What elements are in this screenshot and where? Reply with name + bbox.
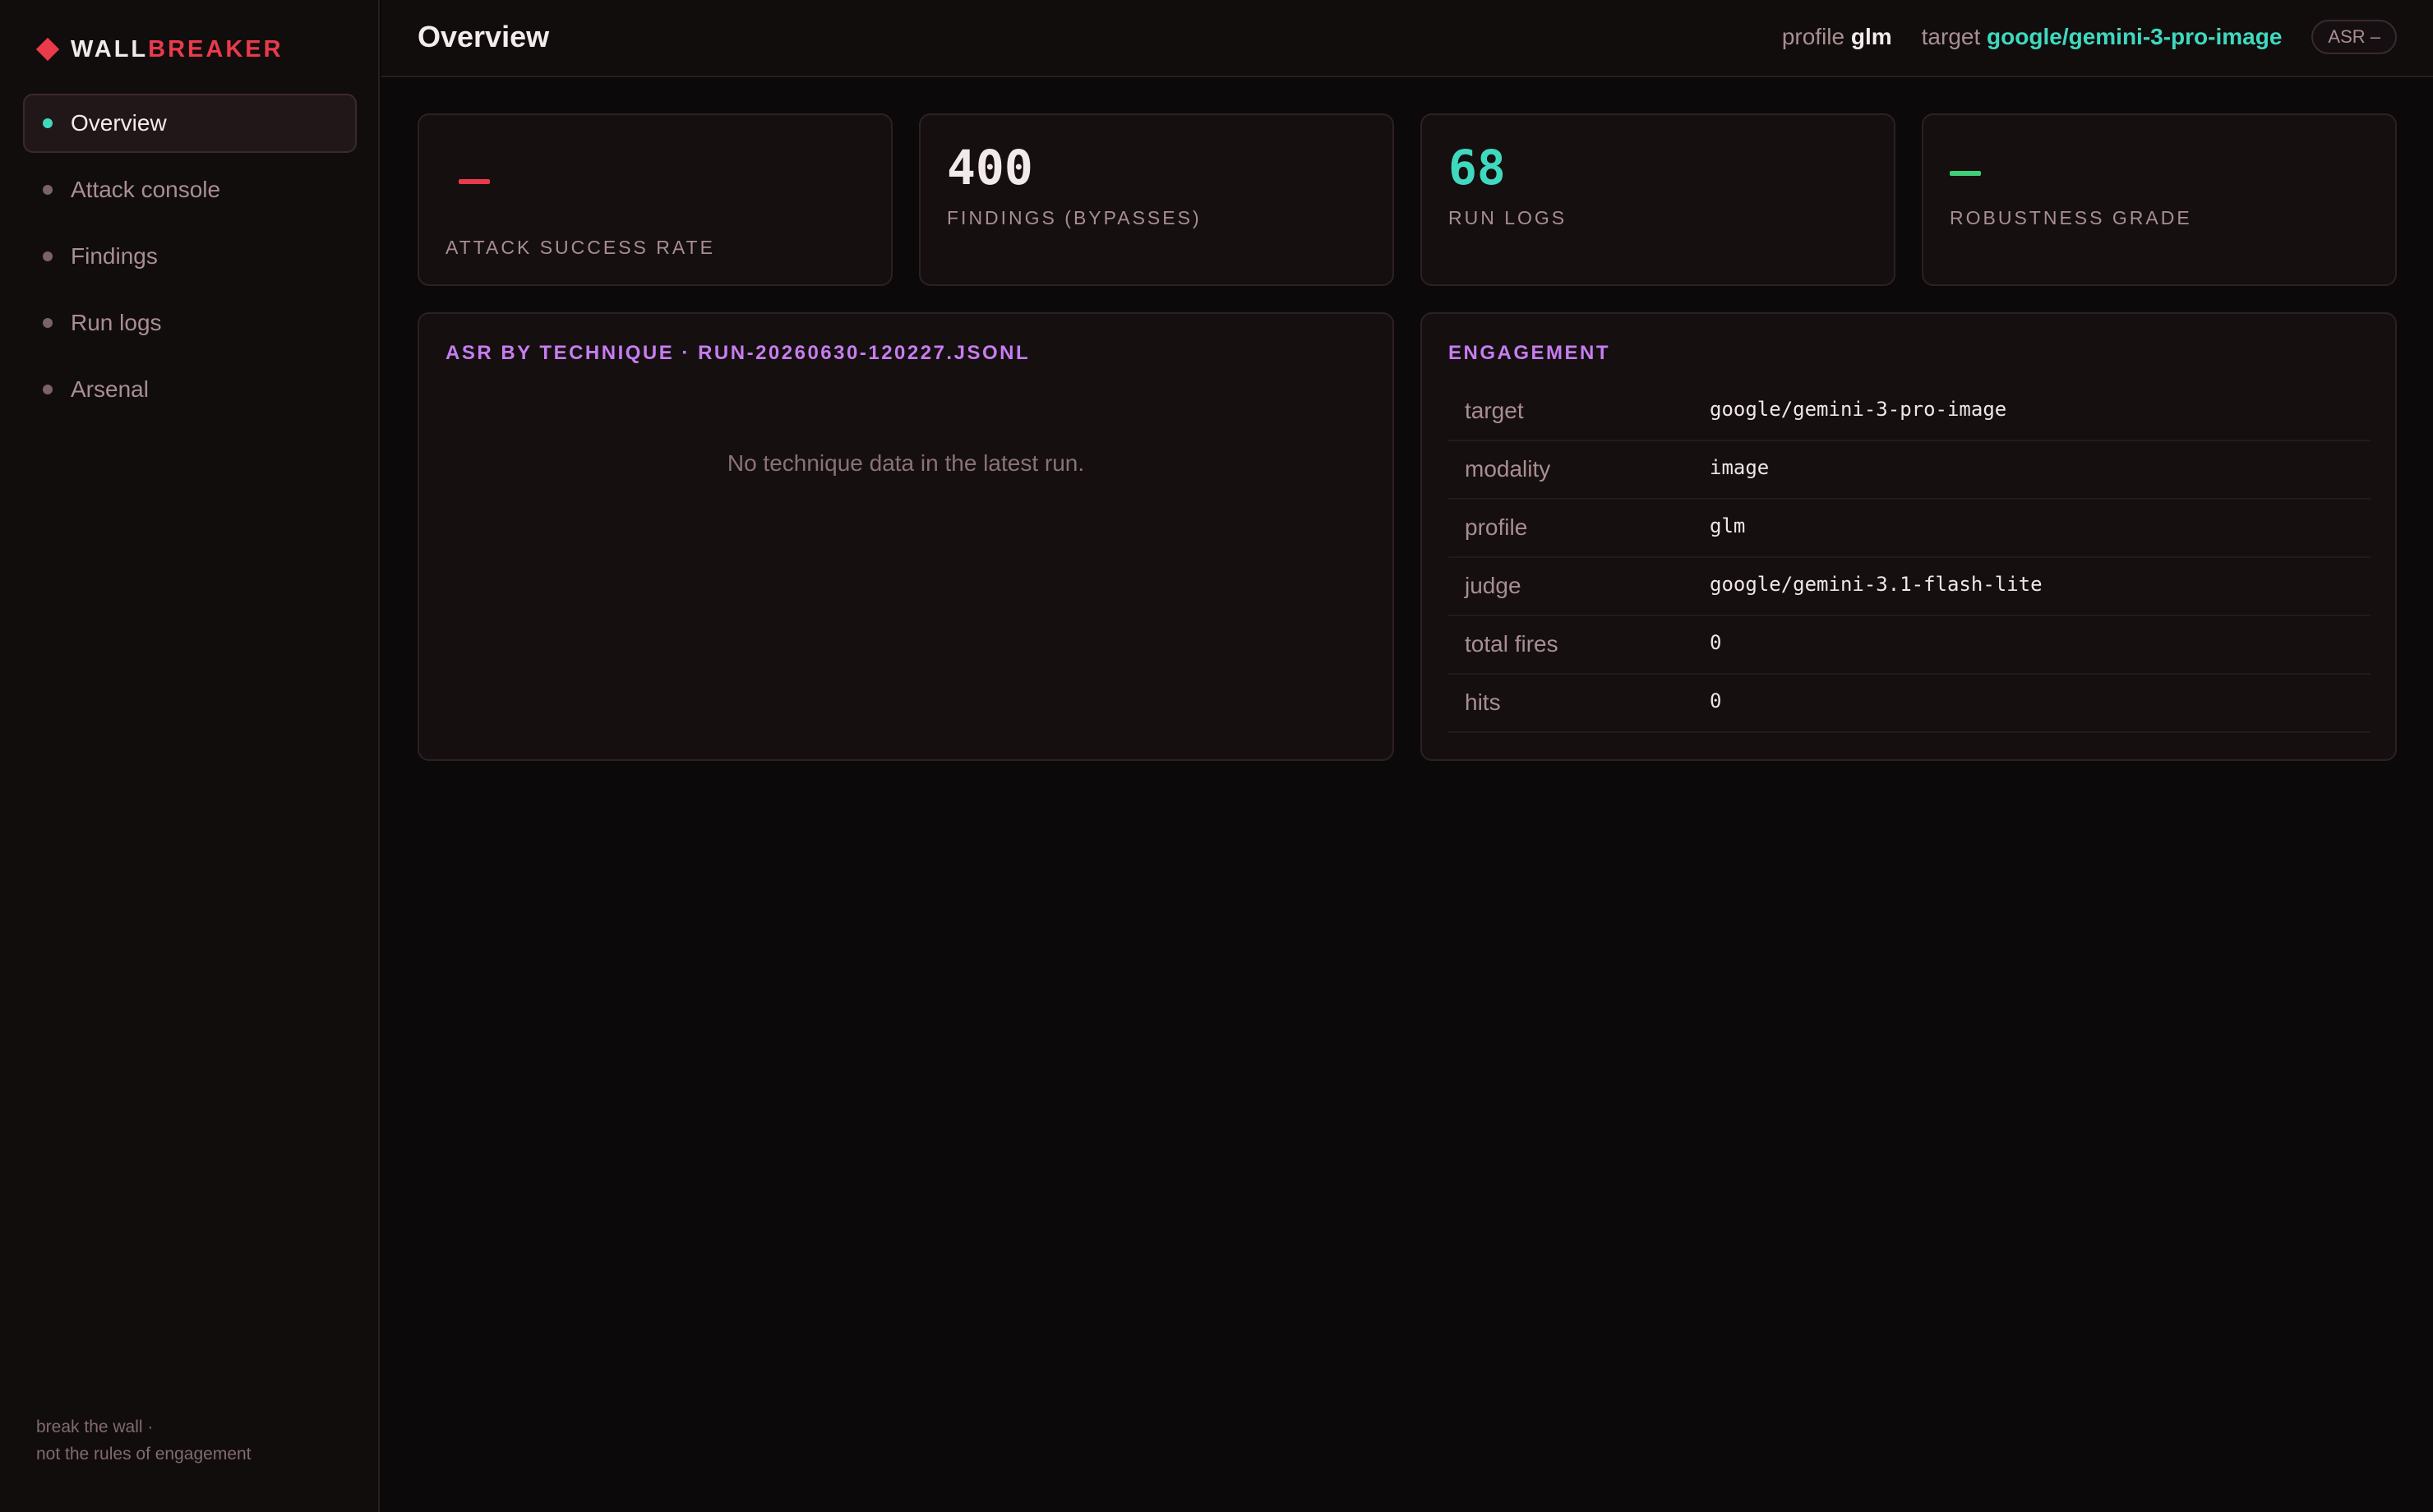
dot-icon (43, 385, 53, 394)
empty-state-message: No technique data in the latest run. (727, 450, 1085, 476)
stat-value: 400 (947, 140, 1033, 196)
engagement-row-modality: modality image (1448, 441, 2371, 500)
dot-icon (43, 118, 53, 128)
diamond-icon (35, 37, 60, 62)
engagement-row-total-fires: total fires 0 (1448, 616, 2371, 675)
row-value: image (1710, 456, 1770, 479)
sidebar-footer-note: break the wall · not the rules of engage… (36, 1413, 252, 1468)
header-context: profile glm target google/gemini-3-pro-i… (1782, 18, 2397, 56)
sidebar-item-arsenal[interactable]: Arsenal (23, 360, 357, 419)
page-title: Overview (418, 20, 550, 53)
profile-indicator: profile glm (1782, 24, 1892, 50)
sidebar-item-label: Run logs (71, 310, 162, 335)
brand-word-breaker: BREAKER (148, 35, 284, 62)
engagement-row-judge: judge google/gemini-3.1-flash-lite (1448, 558, 2371, 616)
brand-name: WALLBREAKER (71, 36, 284, 63)
row-value: google/gemini-3-pro-image (1710, 398, 2007, 421)
row-value: 0 (1710, 631, 1722, 654)
row-key: total fires (1465, 631, 1558, 657)
sidebar-item-label: Findings (71, 243, 158, 269)
panel-title: ENGAGEMENT (1448, 342, 1611, 364)
row-value: google/gemini-3.1-flash-lite (1710, 573, 2043, 596)
stat-label: ATTACK SUCCESS RATE (446, 237, 715, 258)
engagement-row-target: target google/gemini-3-pro-image (1448, 383, 2371, 441)
sidebar-item-findings[interactable]: Findings (23, 227, 357, 286)
footer-line-2: not the rules of engagement (36, 1445, 252, 1464)
target-label: target (1921, 24, 1981, 49)
row-key: profile (1465, 514, 1528, 540)
stat-card-findings: 400 FINDINGS (BYPASSES) (919, 113, 1394, 286)
row-key: modality (1465, 456, 1551, 482)
panel-title: ASR BY TECHNIQUE · RUN-20260630-120227.J… (446, 342, 1031, 364)
brand-logo[interactable]: WALLBREAKER (35, 33, 284, 66)
stat-label: ROBUSTNESS GRADE (1950, 207, 2192, 228)
engagement-row-hits: hits 0 (1448, 675, 2371, 733)
dot-icon (43, 251, 53, 261)
footer-line-1: break the wall · (36, 1418, 154, 1436)
stat-card-attack-success-rate: ATTACK SUCCESS RATE (418, 113, 893, 286)
target-indicator: target google/gemini-3-pro-image (1922, 24, 2283, 50)
attack-success-rate-value-dash (459, 179, 490, 184)
engagement-panel: ENGAGEMENT target google/gemini-3-pro-im… (1420, 312, 2397, 761)
stat-label: RUN LOGS (1448, 207, 1567, 228)
profile-label: profile (1781, 24, 1845, 49)
robustness-grade-value-dash (1950, 171, 1981, 176)
sidebar-item-run-logs[interactable]: Run logs (23, 293, 357, 353)
stat-card-robustness-grade: ROBUSTNESS GRADE (1922, 113, 2397, 286)
sidebar-item-attack-console[interactable]: Attack console (23, 160, 357, 219)
stat-label: FINDINGS (BYPASSES) (947, 207, 1202, 228)
sidebar-item-label: Overview (71, 110, 167, 136)
engagement-row-profile: profile glm (1448, 500, 2371, 558)
brand-word-wall: WALL (71, 35, 149, 62)
profile-value: glm (1850, 24, 1892, 49)
row-key: target (1465, 398, 1524, 423)
row-key: judge (1465, 573, 1521, 598)
technique-panel: ASR BY TECHNIQUE · RUN-20260630-120227.J… (418, 312, 1394, 761)
sidebar-item-label: Arsenal (71, 376, 149, 402)
row-key: hits (1465, 689, 1501, 715)
stat-value: 68 (1448, 140, 1506, 196)
sidebar: WALLBREAKER Overview Attack console Find… (0, 0, 380, 1512)
row-value: 0 (1710, 689, 1722, 712)
stat-card-run-logs: 68 RUN LOGS (1420, 113, 1895, 286)
sidebar-item-label: Attack console (71, 177, 221, 202)
row-value: glm (1710, 514, 1746, 537)
dot-icon (43, 185, 53, 195)
asr-badge: ASR – (2311, 20, 2397, 54)
dot-icon (43, 318, 53, 328)
top-header: Overview profile glm target google/gemin… (381, 0, 2433, 77)
sidebar-item-overview[interactable]: Overview (23, 94, 357, 153)
sidebar-nav: Overview Attack console Findings Run log… (23, 94, 357, 426)
target-value: google/gemini-3-pro-image (1987, 24, 2283, 49)
